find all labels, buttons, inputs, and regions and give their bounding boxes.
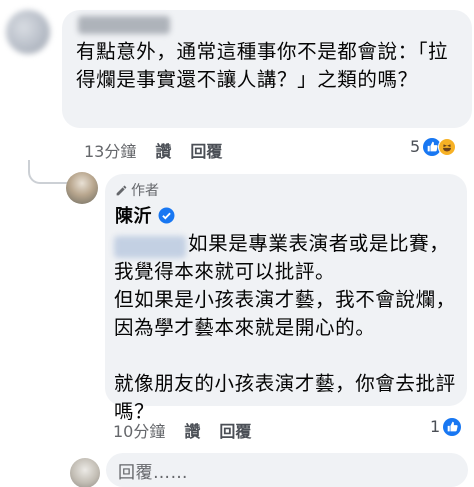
- author-name-row: 陳沂: [115, 202, 175, 228]
- like-button[interactable]: 讚: [155, 138, 171, 162]
- commenter-name-redacted[interactable]: [78, 16, 170, 34]
- reaction-count: 5: [410, 137, 421, 156]
- reply-reply-button[interactable]: 回覆: [219, 418, 251, 442]
- commenter-avatar[interactable]: [6, 10, 50, 54]
- haha-icon: [438, 137, 457, 156]
- author-badge-label: 作者: [131, 183, 159, 199]
- author-badge: 作者: [115, 180, 159, 200]
- pen-icon: [115, 184, 128, 197]
- reply-meta: 10分鐘 讚 回覆: [113, 418, 270, 442]
- reply-text-body: 如果是專業表演者或是比賽，我覺得本來就可以批評。 但如果是小孩表演才藝，我不會說…: [114, 232, 456, 423]
- reply-reaction-count: 1: [430, 417, 441, 436]
- reply-input-placeholder: 回覆……: [118, 462, 188, 483]
- current-user-avatar: [70, 458, 100, 487]
- author-name[interactable]: 陳沂: [115, 202, 152, 228]
- reply-button[interactable]: 回覆: [190, 138, 222, 162]
- comment-timestamp[interactable]: 13分鐘: [84, 138, 136, 162]
- reply-like-button[interactable]: 讚: [184, 418, 200, 442]
- reply-text: 如果是專業表演者或是比賽，我覺得本來就可以批評。 但如果是小孩表演才藝，我不會說…: [114, 230, 459, 426]
- author-avatar[interactable]: [66, 172, 98, 204]
- comment-meta: 13分鐘 讚 回覆: [84, 138, 241, 162]
- reply-reaction-summary[interactable]: 1: [430, 417, 462, 436]
- like-icon: [443, 417, 462, 436]
- reply-input[interactable]: 回覆……: [106, 453, 468, 487]
- thread-connector: [28, 160, 68, 184]
- comment-text: 有點意外，通常這種事你不是都會說：「拉得爛是事實還不讓人講？」之類的嗎？: [76, 40, 449, 91]
- reply-timestamp[interactable]: 10分鐘: [113, 418, 165, 442]
- verified-badge-icon: [158, 207, 175, 224]
- reaction-summary[interactable]: 5: [410, 137, 457, 156]
